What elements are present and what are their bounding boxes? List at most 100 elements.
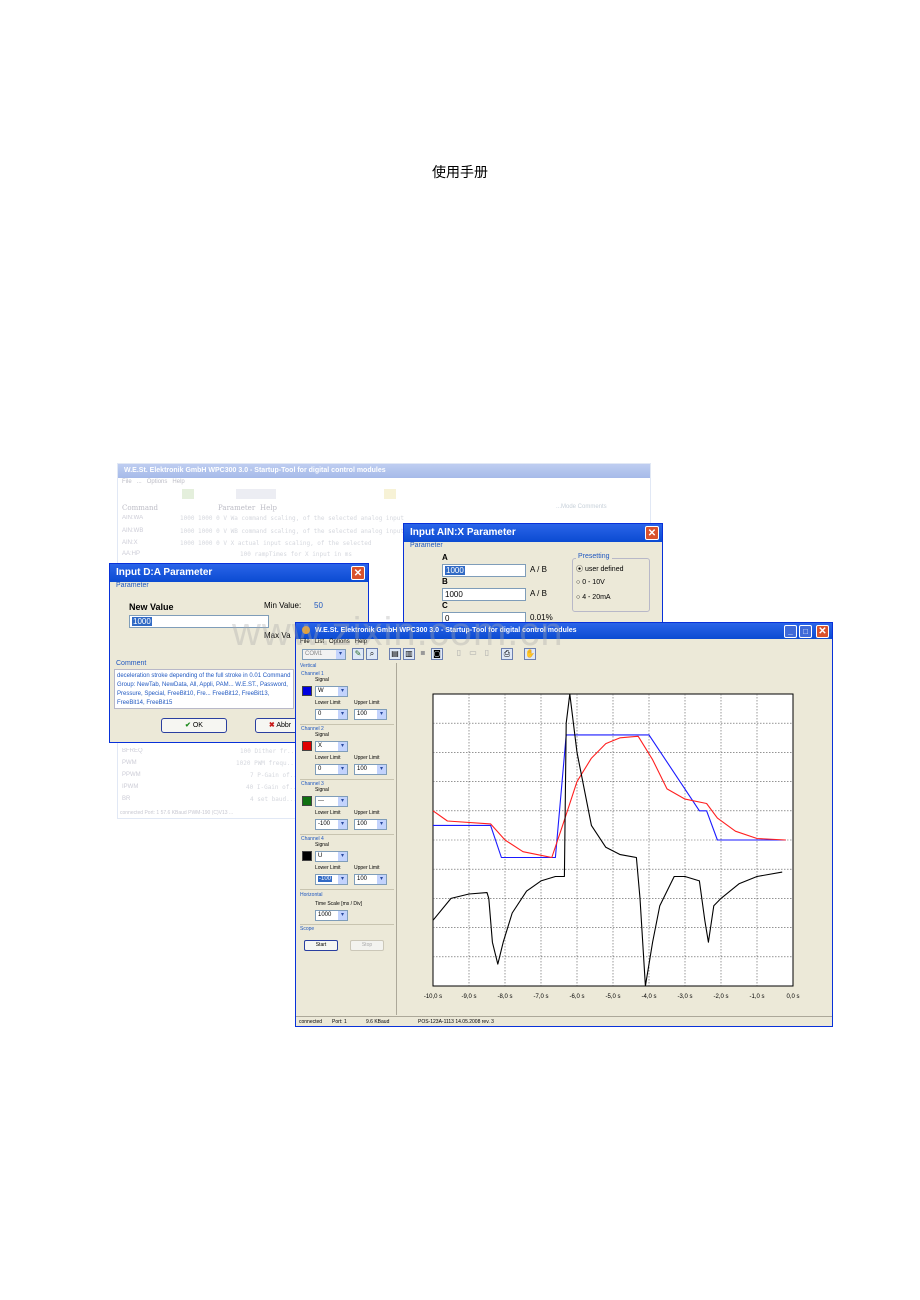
chevron-down-icon: ▾ <box>338 797 347 806</box>
ain-close-button[interactable]: ✕ <box>645 526 659 540</box>
channel-1-upper-select[interactable]: 100 ▾ <box>354 709 387 720</box>
channel-4-lower-select[interactable]: -100 ▾ <box>315 874 348 885</box>
bg-window-title: W.E.St. Elektronik GmbH WPC300 3.0 - Sta… <box>124 467 386 474</box>
bg-right-hint: ...Mode Comments <box>556 504 607 510</box>
bg-menu-file[interactable]: File <box>122 479 132 485</box>
da-group-label: Parameter <box>116 582 149 589</box>
bg-col-command: Command <box>122 504 159 512</box>
bg-row-cmd[interactable]: PPWM <box>122 772 172 778</box>
bg-row-cmd[interactable]: PWM <box>122 760 172 766</box>
channel-1-color-swatch[interactable] <box>302 686 312 696</box>
upper-limit-label: Upper Limit <box>354 865 380 871</box>
min-value-label: Min Value: <box>264 601 302 610</box>
chevron-down-icon: ▾ <box>338 710 347 719</box>
close-icon: ✕ <box>818 626 827 637</box>
signal-label: Signal <box>315 842 329 848</box>
signal-label: Signal <box>315 732 329 738</box>
ain-a-unit: A / B <box>530 565 547 574</box>
ain-b-input[interactable]: 1000 <box>442 588 526 601</box>
bg-row-cmd[interactable]: BR <box>122 796 172 802</box>
x-tick-label: -8,0 s <box>497 994 512 1000</box>
preset-4-20ma[interactable]: ○ 4 - 20mA <box>576 594 611 601</box>
radio-icon: ○ <box>576 594 581 601</box>
bg-row-cmd[interactable]: BFREQ <box>122 748 172 754</box>
ain-a-input[interactable]: 1000 <box>442 564 526 577</box>
lower-limit-label: Lower Limit <box>315 755 341 761</box>
channel-1-signal-select[interactable]: W ▾ <box>315 686 348 697</box>
ain-b-unit: A / B <box>530 589 547 598</box>
preset-user-defined[interactable]: ⦿ user defined <box>576 564 623 574</box>
bg-toolbar-button[interactable] <box>182 489 194 499</box>
ok-button[interactable]: ✔ OK <box>161 718 227 733</box>
channel-4-signal-select[interactable]: U ▾ <box>315 851 348 862</box>
ain-b-label: B <box>442 577 448 586</box>
ain-dialog-title: Input AIN:X Parameter <box>410 527 516 538</box>
x-tick-label: -5,0 s <box>605 994 620 1000</box>
da-close-button[interactable]: ✕ <box>351 566 365 580</box>
ain-a-label: A <box>442 553 448 562</box>
bg-row-values: 1020 PWM frequ... <box>236 760 298 767</box>
start-button[interactable]: Start <box>304 940 338 951</box>
x-tick-label: -2,0 s <box>713 994 728 1000</box>
ain-dialog-titlebar: Input AIN:X Parameter ✕ <box>404 524 662 542</box>
x-tick-label: -3,0 s <box>677 994 692 1000</box>
panel-separator <box>396 663 397 1015</box>
bg-window-titlebar: W.E.St. Elektronik GmbH WPC300 3.0 - Sta… <box>118 464 650 478</box>
x-tick-label: -10,0 s <box>424 994 442 1000</box>
channel-1-lower-select[interactable]: 0 ▾ <box>315 709 348 720</box>
bg-toolbar-button[interactable] <box>236 489 276 499</box>
presetting-label: Presetting <box>576 553 612 560</box>
comment-label: Comment <box>116 660 147 667</box>
chevron-down-icon: ▾ <box>377 710 386 719</box>
bg-row-cmd[interactable]: AIN:WB <box>122 528 172 534</box>
channel-3-color-swatch[interactable] <box>302 796 312 806</box>
ain-group-label: Parameter <box>410 542 443 549</box>
channel-2-color-swatch[interactable] <box>302 741 312 751</box>
minimize-icon: _ <box>788 627 793 636</box>
scope-close-button[interactable]: ✕ <box>816 625 829 638</box>
chevron-down-icon: ▾ <box>377 765 386 774</box>
stop-button[interactable]: Stop <box>350 940 384 951</box>
divider <box>300 834 394 835</box>
bg-row-cmd[interactable]: AIN:WA <box>122 515 172 521</box>
checkmark-icon: ✔ <box>185 722 191 729</box>
scope-label: Scope <box>300 926 315 932</box>
divider <box>300 924 394 925</box>
bg-row-cmd[interactable]: AIN:X <box>122 540 172 546</box>
bg-row-cmd[interactable]: AA:HP <box>122 551 172 557</box>
status-connection: connected <box>299 1019 323 1025</box>
upper-limit-label: Upper Limit <box>354 810 380 816</box>
x-tick-label: -7,0 s <box>533 994 548 1000</box>
channel-4-color-swatch[interactable] <box>302 851 312 861</box>
maximize-button[interactable]: □ <box>799 625 812 638</box>
lower-limit-label: Lower Limit <box>315 865 341 871</box>
bg-menu-dots[interactable]: ... <box>137 479 142 485</box>
chevron-down-icon: ▾ <box>338 687 347 696</box>
channel-3-lower-select[interactable]: -100 ▾ <box>315 819 348 830</box>
bg-menu-help[interactable]: Help <box>172 479 184 485</box>
minimize-button[interactable]: _ <box>784 625 797 638</box>
x-tick-label: -1,0 s <box>749 994 764 1000</box>
bg-menu-options[interactable]: Options <box>147 479 168 485</box>
channel-2-lower-select[interactable]: 0 ▾ <box>315 764 348 775</box>
channel-3-upper-select[interactable]: 100 ▾ <box>354 819 387 830</box>
signal-label: Signal <box>315 677 329 683</box>
ain-c-label: C <box>442 601 448 610</box>
bg-row-values: 40 I-Gain of... <box>246 784 301 791</box>
bg-col-parameter: Parameter <box>218 504 256 512</box>
time-scale-select[interactable]: 1000 ▾ <box>315 910 348 921</box>
divider <box>300 724 394 725</box>
x-icon: ✖ <box>268 722 275 729</box>
bg-toolbar-button[interactable] <box>384 489 396 499</box>
vertical-label: Vertical <box>300 663 317 669</box>
channel-2-signal-select[interactable]: X ▾ <box>315 741 348 752</box>
preset-0-10v[interactable]: ○ 0 - 10V <box>576 579 605 586</box>
bg-row-cmd[interactable]: IPWM <box>122 784 172 790</box>
upper-limit-label: Upper Limit <box>354 700 380 706</box>
channel-2-upper-select[interactable]: 100 ▾ <box>354 764 387 775</box>
time-scale-label: Time Scale [ms / Div] <box>315 901 363 907</box>
divider <box>300 889 394 890</box>
min-value: 50 <box>314 601 323 610</box>
channel-3-signal-select[interactable]: --- ▾ <box>315 796 348 807</box>
channel-4-upper-select[interactable]: 100 ▾ <box>354 874 387 885</box>
